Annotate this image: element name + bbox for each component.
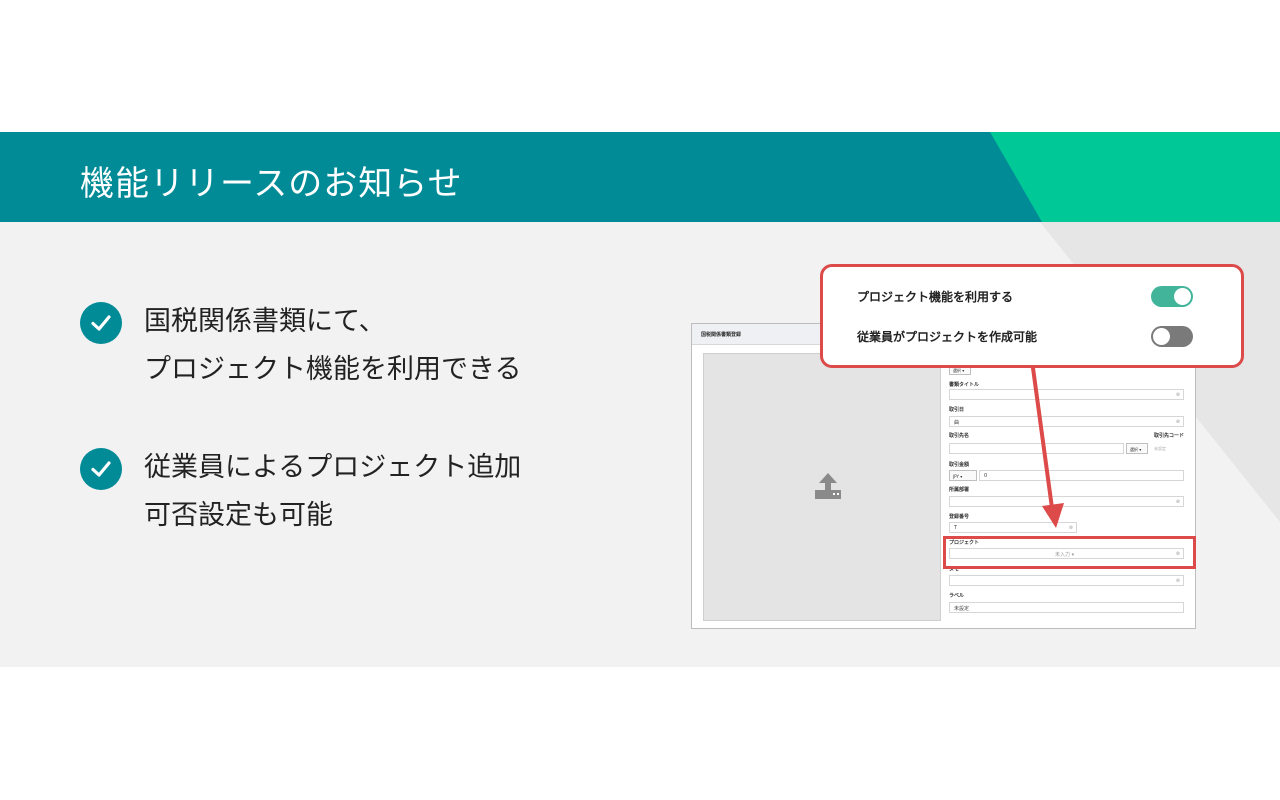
- memo-input[interactable]: ⊗: [949, 575, 1184, 586]
- date-label: 取引日: [949, 407, 965, 413]
- reg-number-input[interactable]: T ⊗: [949, 522, 1077, 533]
- toggle-row-project-enabled: プロジェクト機能を利用する: [857, 286, 1193, 307]
- reg-number-value: T: [954, 525, 958, 531]
- bullet-text: 国税関係書類にて、 プロジェクト機能を利用できる: [144, 298, 521, 394]
- app-screenshot: 国税関係書類登録 選択 ▾ 書類タイトル ⊗ 取引日 曲 ⊗ 取引先名 取引先コー…: [691, 323, 1196, 629]
- project-enabled-toggle[interactable]: [1151, 286, 1193, 307]
- toggle-label: 従業員がプロジェクトを作成可能: [857, 330, 1038, 344]
- date-value: 曲: [954, 420, 960, 426]
- settings-callout: プロジェクト機能を利用する 従業員がプロジェクトを作成可能: [820, 264, 1244, 368]
- bullet-text: 従業員によるプロジェクト追加 可否設定も可能: [144, 444, 521, 540]
- slide: 機能リリースのお知らせ 国税関係書類にて、 プロジェクト機能を利用できる 従業員…: [0, 0, 1280, 800]
- partner-label: 取引先名: [949, 433, 970, 439]
- bullet-line: 国税関係書類にて、: [144, 306, 386, 337]
- department-label: 所属部署: [949, 487, 970, 493]
- label-label: ラベル: [949, 593, 965, 599]
- reg-number-label: 登録番号: [949, 514, 970, 520]
- bullet-line: 従業員によるプロジェクト追加: [144, 452, 522, 483]
- toggle-knob: [1174, 288, 1191, 305]
- bullet-line: プロジェクト機能を利用できる: [144, 354, 522, 385]
- project-field-highlight: [943, 536, 1196, 569]
- toggle-row-employee-create: 従業員がプロジェクトを作成可能: [857, 326, 1193, 347]
- check-circle-icon: [80, 302, 122, 344]
- partner-code-value: 未設定: [1154, 446, 1166, 451]
- partner-input[interactable]: [949, 443, 1124, 454]
- check-circle-icon: [80, 448, 122, 490]
- toggle-label: プロジェクト機能を利用する: [857, 290, 1014, 304]
- banner-accent: [990, 132, 1280, 222]
- page-title: 機能リリースのお知らせ: [80, 164, 463, 204]
- partner-code-label: 取引先コード: [1154, 433, 1185, 439]
- department-input[interactable]: ⊗: [949, 496, 1184, 507]
- label-value: 未設定: [954, 606, 970, 612]
- employee-create-toggle[interactable]: [1151, 326, 1193, 347]
- currency-select[interactable]: JPY ▾: [949, 470, 977, 481]
- upload-icon: [815, 473, 841, 499]
- amount-input[interactable]: 0: [979, 470, 1184, 481]
- label-select[interactable]: 未設定: [949, 602, 1184, 613]
- upload-area[interactable]: [703, 353, 941, 621]
- date-input[interactable]: 曲 ⊗: [949, 416, 1184, 427]
- toggle-knob: [1153, 328, 1170, 345]
- amount-value: 0: [984, 473, 988, 479]
- title-banner: 機能リリースのお知らせ: [0, 132, 1280, 222]
- bullet-line: 可否設定も可能: [144, 500, 333, 531]
- feature-bullet-2: 従業員によるプロジェクト追加 可否設定も可能: [80, 444, 521, 540]
- doc-title-label: 書類タイトル: [949, 382, 980, 388]
- amount-label: 取引金額: [949, 462, 970, 468]
- feature-bullet-1: 国税関係書類にて、 プロジェクト機能を利用できる: [80, 298, 521, 394]
- partner-select[interactable]: 選択 ▾: [1126, 443, 1148, 454]
- doc-title-input[interactable]: ⊗: [949, 389, 1184, 400]
